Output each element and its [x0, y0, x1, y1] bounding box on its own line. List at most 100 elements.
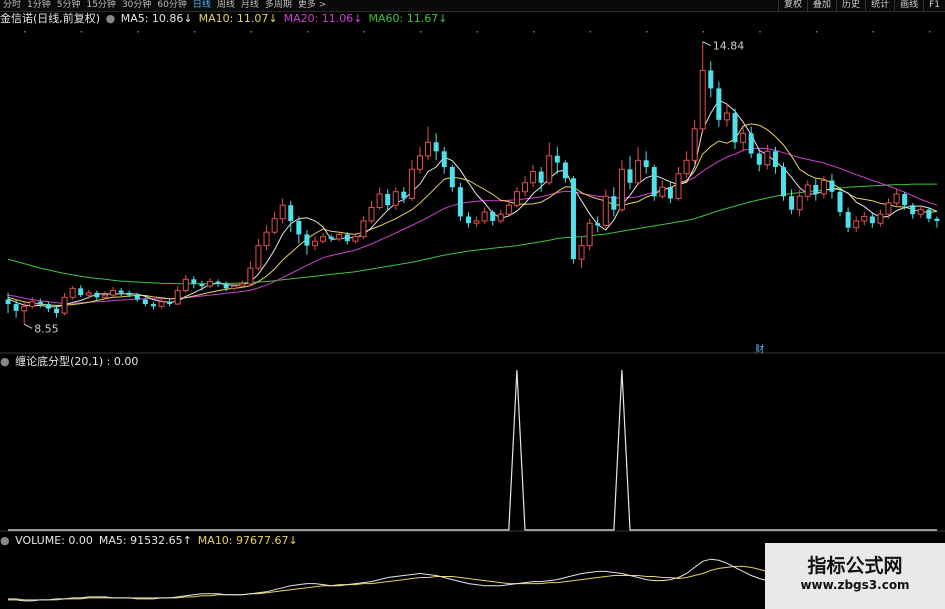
candle-body: [29, 301, 36, 307]
signal-dot: [533, 31, 535, 33]
candle-body: [385, 193, 391, 206]
candle-body: [829, 180, 835, 192]
candle-body: [449, 167, 455, 188]
signal-dot: [646, 31, 648, 33]
candle-body: [586, 222, 593, 247]
financial-report-marker[interactable]: 财: [755, 343, 764, 355]
candle-body: [578, 245, 585, 260]
candle-body: [271, 218, 278, 233]
candle-body: [764, 150, 771, 166]
candle-body: [110, 290, 117, 296]
candle-body: [683, 159, 690, 175]
volume-ma-label: VOLUME: 0.00: [15, 534, 93, 547]
candle-body: [158, 301, 165, 307]
candle-body: [54, 308, 60, 314]
candle-body: [723, 112, 730, 121]
candle-body: [505, 204, 512, 215]
signal-dot: [815, 31, 818, 33]
signal-dot: [306, 31, 309, 33]
high-pointer: [702, 41, 711, 47]
candle-body: [368, 206, 375, 222]
candle-body: [457, 187, 463, 217]
candle-body: [311, 240, 318, 247]
candle-body: [255, 245, 262, 269]
signal-dot: [928, 31, 931, 33]
candle-body: [490, 211, 496, 221]
candle-body: [627, 169, 633, 183]
candle-body: [595, 223, 601, 226]
candle-body: [530, 171, 537, 184]
signal-dot: [702, 31, 705, 33]
signal-dot: [80, 31, 83, 33]
signal-dot: [476, 31, 479, 33]
indicator-panel: [8, 369, 937, 531]
candle-body: [336, 233, 343, 240]
settings-icon[interactable]: ●: [0, 534, 10, 547]
candle-body: [651, 167, 657, 197]
watermark-url: www.zbgs3.com: [800, 578, 910, 592]
candle-body: [126, 292, 132, 296]
candle-body: [497, 213, 504, 222]
signal-dot: [193, 31, 196, 33]
watermark-logo: 指标公式网 www.zbgs3.com: [765, 543, 945, 609]
candle-body: [659, 186, 666, 197]
candle-body: [13, 304, 19, 311]
candle-body: [85, 292, 92, 296]
candle-body: [215, 281, 221, 284]
candle-body: [635, 159, 642, 184]
candle-body: [199, 283, 205, 287]
candle-body: [101, 294, 108, 298]
candle-body: [376, 193, 383, 208]
candle-body: [513, 191, 520, 206]
watermark-title: 指标公式网: [807, 555, 903, 577]
candle-body: [78, 288, 84, 296]
candle-body: [223, 283, 229, 289]
candle-body: [804, 184, 811, 197]
settings-icon[interactable]: ●: [0, 355, 10, 368]
indicator-title: 缠论底分型(20,1) : 0.00: [15, 355, 139, 368]
volume-ma-label: MA10: 97677.67↓: [197, 534, 298, 547]
candle-body: [869, 216, 875, 224]
signal-dot: [419, 31, 422, 33]
candle-body: [481, 211, 488, 222]
candle-body: [910, 205, 916, 215]
candle-body: [174, 290, 181, 305]
candle-body: [328, 236, 334, 239]
candle-body: [885, 202, 892, 215]
candle-body: [667, 187, 673, 199]
ma-label: MA5: 10.86↓: [120, 12, 193, 25]
candle-body: [279, 204, 286, 220]
candle-body: [893, 193, 900, 204]
candle-body: [546, 155, 553, 184]
candle-body: [206, 281, 213, 287]
candle-body: [239, 283, 246, 287]
candle-body: [611, 196, 617, 210]
candle-body: [142, 299, 148, 305]
panel-separators: [0, 352, 945, 532]
candle-body: [408, 168, 415, 199]
candle-body: [554, 155, 560, 163]
candle-body: [360, 220, 367, 238]
candle-body: [320, 236, 327, 242]
volume-ma-label: MA5: 91532.65↑: [98, 534, 192, 547]
candle-body: [837, 191, 843, 212]
candle-body: [772, 151, 778, 168]
candle-body: [94, 292, 100, 298]
candle-body: [716, 88, 722, 120]
signal-dot: [137, 31, 139, 33]
bottom-fractal-signal-line: [8, 369, 937, 531]
indicator-legend: ● 缠论底分型(20,1) : 0.00: [0, 355, 138, 368]
settings-icon[interactable]: ●: [106, 12, 116, 25]
candle-body: [401, 191, 407, 199]
stock-title: 金信诺(日线,前复权): [0, 12, 101, 25]
signal-dot: [250, 31, 252, 33]
candle-body: [465, 216, 471, 224]
candle-body: [917, 209, 924, 215]
candle-body: [392, 191, 399, 206]
ma-label: MA10: 11.07↓: [198, 12, 278, 25]
candle-body: [69, 287, 76, 298]
candle-body: [845, 211, 851, 228]
candle-body: [134, 295, 140, 300]
candle-body: [618, 168, 625, 211]
stock-chart[interactable]: 14.84 8.55 财: [0, 0, 945, 609]
